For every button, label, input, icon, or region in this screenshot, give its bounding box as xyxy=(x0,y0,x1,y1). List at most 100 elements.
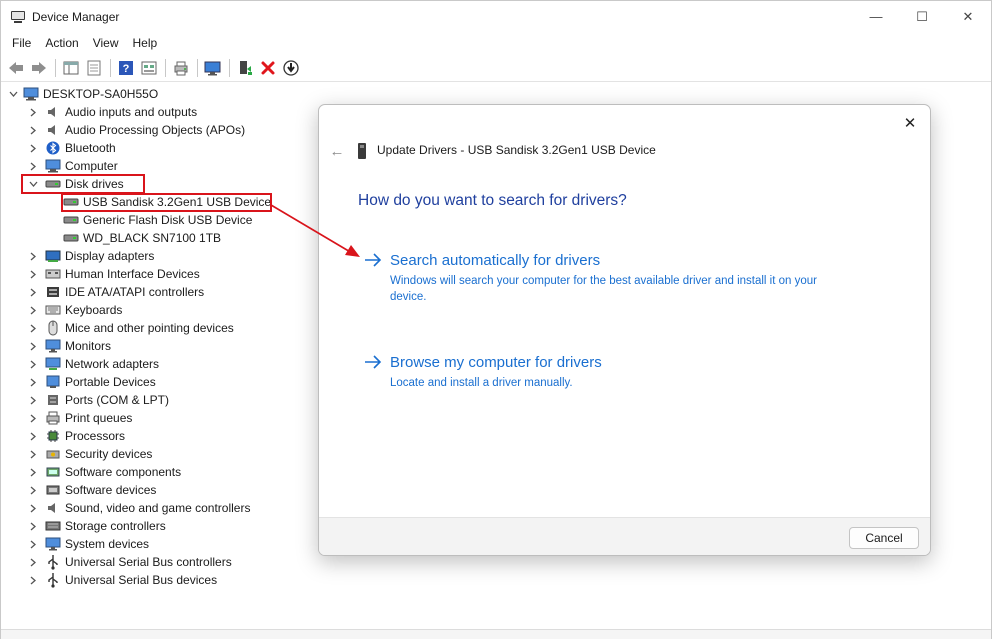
update-driver-icon[interactable] xyxy=(280,57,302,79)
tree-category-ports-com-lpt[interactable]: Ports (COM & LPT) xyxy=(27,391,169,409)
toolbar-separator xyxy=(110,58,111,77)
chevron-right-icon[interactable] xyxy=(27,301,39,319)
close-window-button[interactable]: ✕ xyxy=(945,1,991,32)
chevron-right-icon[interactable] xyxy=(27,391,39,409)
help-icon[interactable]: ? xyxy=(115,57,137,79)
tree-category-mice-and-other-pointing-devices[interactable]: Mice and other pointing devices xyxy=(27,319,234,337)
back-arrow-icon[interactable] xyxy=(5,57,27,79)
print-icon[interactable] xyxy=(170,57,192,79)
toolbar-separator xyxy=(229,58,230,77)
chevron-right-icon[interactable] xyxy=(27,571,39,589)
view-icon[interactable] xyxy=(138,57,160,79)
cancel-button[interactable]: Cancel xyxy=(849,527,919,549)
status-bar xyxy=(1,629,991,639)
minimize-button[interactable]: — xyxy=(853,1,899,32)
menu-action[interactable]: Action xyxy=(38,32,85,54)
toolbar-separator xyxy=(55,58,56,77)
chevron-right-icon[interactable] xyxy=(27,103,39,121)
enable-device-icon[interactable] xyxy=(234,57,256,79)
tree-category-bluetooth[interactable]: Bluetooth xyxy=(27,139,116,157)
chevron-right-icon[interactable] xyxy=(27,139,39,157)
disk-drive-icon xyxy=(63,212,79,228)
security-device-icon xyxy=(45,446,61,462)
chevron-right-icon[interactable] xyxy=(27,319,39,337)
chevron-right-icon[interactable] xyxy=(27,247,39,265)
tree-category-label: Portable Devices xyxy=(65,375,156,389)
chevron-right-icon[interactable] xyxy=(27,157,39,175)
menu-bar: File Action View Help xyxy=(1,32,991,54)
tree-category-print-queues[interactable]: Print queues xyxy=(27,409,132,427)
search-automatically-option[interactable]: Search automatically for drivers Windows… xyxy=(363,252,833,303)
printer-icon xyxy=(45,410,61,426)
tree-category-label: IDE ATA/ATAPI controllers xyxy=(65,285,205,299)
tree-category-display-adapters[interactable]: Display adapters xyxy=(27,247,154,265)
option-title: Browse my computer for drivers xyxy=(390,354,602,371)
tree-category-label: Audio Processing Objects (APOs) xyxy=(65,123,246,137)
tree-category-label: Network adapters xyxy=(65,357,160,371)
chevron-right-icon[interactable] xyxy=(27,355,39,373)
update-drivers-dialog: ✕ ← Update Drivers - USB Sandisk 3.2Gen1… xyxy=(318,104,931,556)
tree-category-processors[interactable]: Processors xyxy=(27,427,125,445)
tree-category-software-components[interactable]: Software components xyxy=(27,463,181,481)
uninstall-icon[interactable] xyxy=(257,57,279,79)
hid-icon xyxy=(45,266,61,282)
tree-category-monitors[interactable]: Monitors xyxy=(27,337,111,355)
chevron-right-icon[interactable] xyxy=(27,409,39,427)
tree-category-security-devices[interactable]: Security devices xyxy=(27,445,152,463)
tree-category-ide-ata-atapi-controllers[interactable]: IDE ATA/ATAPI controllers xyxy=(27,283,204,301)
tree-category-portable-devices[interactable]: Portable Devices xyxy=(27,373,156,391)
tree-category-keyboards[interactable]: Keyboards xyxy=(27,301,122,319)
tree-category-software-devices[interactable]: Software devices xyxy=(27,481,156,499)
monitor-icon xyxy=(45,338,61,354)
menu-view[interactable]: View xyxy=(86,32,126,54)
tree-category-universal-serial-bus-devices[interactable]: Universal Serial Bus devices xyxy=(27,571,217,589)
properties-icon[interactable] xyxy=(83,57,105,79)
chevron-right-icon[interactable] xyxy=(27,553,39,571)
toolbar: ? xyxy=(1,54,991,82)
tree-category-audio-inputs-and-outputs[interactable]: Audio inputs and outputs xyxy=(27,103,197,121)
chevron-right-icon[interactable] xyxy=(27,463,39,481)
chevron-down-icon[interactable] xyxy=(7,85,19,103)
chevron-right-icon[interactable] xyxy=(27,121,39,139)
chevron-right-icon[interactable] xyxy=(27,373,39,391)
tree-device-label: Generic Flash Disk USB Device xyxy=(83,213,253,227)
tree-category-sound-video-and-game-controllers[interactable]: Sound, video and game controllers xyxy=(27,499,250,517)
tree-category-universal-serial-bus-controllers[interactable]: Universal Serial Bus controllers xyxy=(27,553,232,571)
tree-category-label: Universal Serial Bus devices xyxy=(65,573,218,587)
tree-category-computer[interactable]: Computer xyxy=(27,157,118,175)
dialog-close-button[interactable]: ✕ xyxy=(898,111,922,135)
chevron-right-icon[interactable] xyxy=(27,265,39,283)
chevron-right-icon[interactable] xyxy=(27,535,39,553)
menu-help[interactable]: Help xyxy=(126,32,165,54)
chevron-right-icon[interactable] xyxy=(27,517,39,535)
back-arrow-button[interactable]: ← xyxy=(327,141,347,161)
show-hide-tree-icon[interactable] xyxy=(60,57,82,79)
monitor-icon[interactable] xyxy=(202,57,224,79)
chevron-right-icon[interactable] xyxy=(27,499,39,517)
tree-category-label: Software components xyxy=(65,465,182,479)
tree-category-system-devices[interactable]: System devices xyxy=(27,535,149,553)
tree-category-storage-controllers[interactable]: Storage controllers xyxy=(27,517,166,535)
tree-category-label: Universal Serial Bus controllers xyxy=(65,555,232,569)
chevron-right-icon[interactable] xyxy=(27,427,39,445)
tree-category-audio-processing-objects-apos[interactable]: Audio Processing Objects (APOs) xyxy=(27,121,245,139)
chevron-right-icon[interactable] xyxy=(27,481,39,499)
tree-root[interactable]: DESKTOP-SA0H55O xyxy=(7,85,158,103)
chevron-right-icon[interactable] xyxy=(27,337,39,355)
system-device-icon xyxy=(45,536,61,552)
tree-category-label: Display adapters xyxy=(65,249,155,263)
maximize-button[interactable]: ☐ xyxy=(899,1,945,32)
forward-arrow-icon[interactable] xyxy=(28,57,50,79)
chevron-right-icon[interactable] xyxy=(27,283,39,301)
tree-category-network-adapters[interactable]: Network adapters xyxy=(27,355,159,373)
disk-drive-icon xyxy=(63,230,79,246)
browse-computer-option[interactable]: Browse my computer for drivers Locate an… xyxy=(363,354,833,394)
tree-device-item[interactable]: WD_BLACK SN7100 1TB xyxy=(57,229,221,247)
chevron-right-icon[interactable] xyxy=(27,445,39,463)
tree-category-label: Mice and other pointing devices xyxy=(65,321,234,335)
tree-device-item[interactable]: Generic Flash Disk USB Device xyxy=(57,211,252,229)
dialog-title: Update Drivers - USB Sandisk 3.2Gen1 USB… xyxy=(377,143,656,157)
menu-file[interactable]: File xyxy=(5,32,38,54)
tree-category-label: Sound, video and game controllers xyxy=(65,501,251,515)
tree-category-human-interface-devices[interactable]: Human Interface Devices xyxy=(27,265,200,283)
